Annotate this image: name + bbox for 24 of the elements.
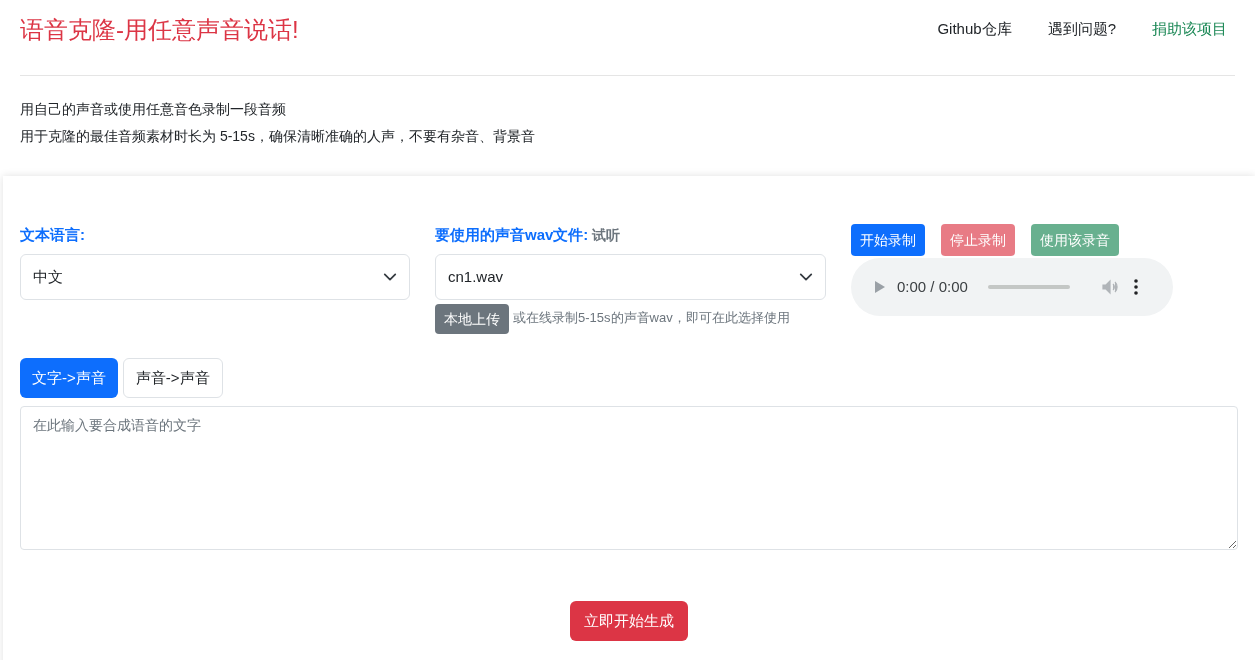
voice-file-label: 要使用的声音wav文件: [435, 225, 589, 245]
playback-time: 0:00 / 0:00 [897, 276, 968, 297]
intro-text: 用于克隆的最佳音频素材时长为 5-15s，确保清晰准确的人声，不要有杂音、背景音 [20, 127, 536, 146]
intro-text: 用自己的声音或使用任意音色录制一段音频 [20, 100, 287, 119]
nav-link[interactable]: Github仓库 [937, 18, 1012, 41]
play-icon[interactable] [875, 281, 885, 293]
mode-tab[interactable]: 文字->声音 [20, 358, 118, 398]
nav-link[interactable]: 捐助该项目 [1152, 18, 1227, 41]
audio-player[interactable]: 0:00 / 0:00 [851, 258, 1173, 316]
upload-button[interactable]: 本地上传 [435, 304, 509, 334]
text-input[interactable]: 在此输入要合成语音的文字 [20, 406, 1238, 550]
page-title: 语音克隆-用任意声音说话! [20, 15, 299, 45]
mode-tab[interactable]: 声音->声音 [122, 358, 223, 398]
progress-track[interactable] [987, 285, 1070, 289]
voice-file-select[interactable]: cn1.wav [435, 254, 826, 300]
record-button[interactable]: 开始录制 [851, 224, 925, 256]
preview-link[interactable]: 试听 [592, 225, 621, 246]
language-label: 文本语言: [20, 225, 86, 245]
volume-icon[interactable] [1101, 279, 1118, 295]
more-icon[interactable] [1133, 279, 1138, 295]
language-select[interactable]: 中文 [20, 254, 410, 300]
upload-hint: 或在线录制5-15s的声音wav，即可在此选择使用 [513, 310, 790, 326]
generate-button[interactable]: 立即开始生成 [570, 601, 688, 641]
nav-link[interactable]: 遇到问题? [1047, 18, 1116, 41]
